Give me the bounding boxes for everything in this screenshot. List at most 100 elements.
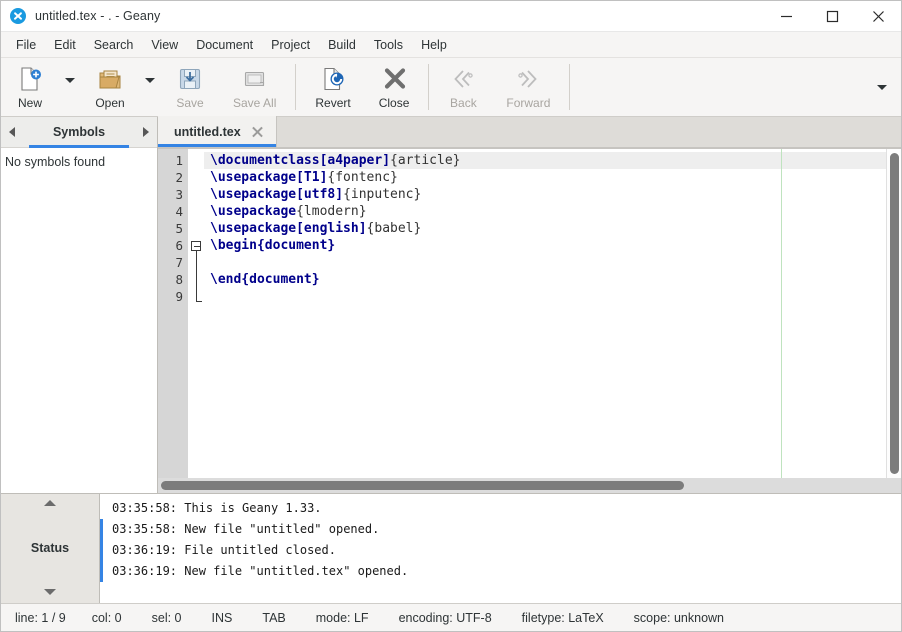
triangle-up-icon[interactable] — [44, 500, 56, 506]
toolbar-revert-label: Revert — [315, 95, 351, 110]
line-number: 6 — [175, 238, 183, 253]
status-col: col: 0 — [91, 610, 122, 625]
long-line-marker — [781, 149, 782, 478]
sidebar-tab-bar: Symbols — [1, 117, 157, 148]
sidebar-prev-tab-button[interactable] — [1, 127, 23, 137]
line-number: 1 — [175, 153, 183, 168]
editor-horizontal-scrollbar[interactable] — [158, 478, 901, 493]
menu-document[interactable]: Document — [187, 35, 262, 55]
status-message-row[interactable]: 03:35:58: This is Geany 1.33. — [100, 498, 901, 519]
menu-tools[interactable]: Tools — [365, 35, 412, 55]
line-number: 9 — [175, 289, 183, 304]
chevron-left-icon — [9, 127, 15, 137]
menu-search[interactable]: Search — [85, 35, 143, 55]
toolbar-forward-button[interactable]: Forward — [492, 58, 564, 116]
status-message-row[interactable]: 03:36:19: File untitled closed. — [100, 540, 901, 561]
menu-file[interactable]: File — [7, 35, 45, 55]
toolbar-save-button[interactable]: Save — [161, 58, 219, 116]
status-message-row[interactable]: 03:36:19: New file "untitled.tex" opened… — [100, 561, 901, 582]
toolbar-overflow-button[interactable] — [871, 58, 901, 116]
toolbar-back-label: Back — [450, 95, 477, 110]
toolbar-save-all-button[interactable]: Save All — [219, 58, 290, 116]
toolbar-save-all-label: Save All — [233, 95, 277, 110]
triangle-down-icon[interactable] — [44, 589, 56, 595]
message-tab-status[interactable]: Status — [31, 541, 69, 555]
code-token: {fontenc} — [327, 170, 398, 185]
main-content: Symbols No symbols found untitled.tex 1 — [1, 116, 901, 493]
back-arrow-icon — [454, 69, 474, 88]
toolbar-back-button[interactable]: Back — [434, 58, 492, 116]
status-message-list[interactable]: 03:35:58: This is Geany 1.33. 03:35:58: … — [100, 494, 901, 603]
menu-project[interactable]: Project — [262, 35, 319, 55]
geany-logo-icon — [10, 8, 26, 24]
minimize-button[interactable] — [763, 1, 809, 32]
toolbar-new-label: New — [17, 95, 42, 110]
status-message-row[interactable]: 03:35:58: New file "untitled" opened. — [100, 519, 901, 540]
code-line[interactable]: \end{document} — [204, 271, 886, 288]
menu-view[interactable]: View — [142, 35, 187, 55]
close-x-icon — [384, 67, 406, 89]
code-line[interactable]: \usepackage{lmodern} — [204, 203, 886, 220]
close-icon[interactable] — [251, 125, 264, 138]
chevron-right-icon — [143, 127, 149, 137]
menu-help[interactable]: Help — [412, 35, 456, 55]
toolbar-open-button[interactable]: Open — [81, 58, 139, 116]
code-token: {babel} — [366, 221, 422, 236]
chevron-down-icon — [145, 77, 155, 83]
code-line[interactable] — [204, 254, 886, 271]
toolbar-close-button[interactable]: Close — [365, 58, 424, 116]
code-line[interactable]: \usepackage[utf8]{inputenc} — [204, 186, 886, 203]
code-line[interactable]: \documentclass[a4paper]{article} — [204, 152, 886, 169]
toolbar-open-label: Open — [95, 95, 125, 110]
code-token: \begin{document} — [210, 238, 336, 253]
toolbar-close-label: Close — [378, 95, 410, 110]
status-indent-mode[interactable]: TAB — [262, 611, 285, 625]
symbols-panel[interactable]: No symbols found — [1, 148, 157, 493]
symbols-empty-message: No symbols found — [5, 155, 106, 169]
toolbar-forward-label: Forward — [506, 95, 551, 110]
code-line[interactable]: \begin{document} — [204, 237, 886, 254]
maximize-button[interactable] — [809, 1, 855, 32]
line-number: 2 — [175, 170, 183, 185]
code-token: \usepackage — [210, 170, 297, 185]
fold-toggle-icon[interactable] — [191, 241, 201, 251]
code-line[interactable] — [204, 288, 886, 305]
close-button[interactable] — [855, 1, 901, 32]
toolbar-new-button[interactable]: New — [1, 58, 59, 116]
menu-bar: File Edit Search View Document Project B… — [1, 32, 901, 58]
code-token: {article} — [390, 153, 461, 168]
forward-arrow-icon — [518, 69, 538, 88]
line-number: 5 — [175, 221, 183, 236]
new-file-icon — [21, 66, 41, 91]
status-insert-mode[interactable]: INS — [212, 611, 233, 625]
sidebar-next-tab-button[interactable] — [135, 127, 157, 137]
open-folder-icon — [99, 70, 121, 88]
code-token: \end{document} — [210, 272, 320, 287]
menu-build[interactable]: Build — [319, 35, 365, 55]
geany-window: untitled.tex - . - Geany File Edit Searc… — [0, 0, 902, 632]
editor-area: 1 2 3 4 5 6 7 8 9 \documentclass[a4paper… — [158, 148, 901, 478]
toolbar-revert-button[interactable]: Revert — [301, 58, 364, 116]
code-editor[interactable]: \documentclass[a4paper]{article} \usepac… — [204, 149, 886, 478]
code-token: [T1] — [296, 170, 328, 185]
scrollbar-thumb[interactable] — [161, 481, 685, 490]
menu-edit[interactable]: Edit — [45, 35, 85, 55]
status-filetype[interactable]: filetype: LaTeX — [522, 611, 604, 625]
toolbar-new-menu-button[interactable] — [59, 58, 81, 116]
document-tab-label: untitled.tex — [174, 124, 241, 139]
code-token: \usepackage — [210, 221, 297, 236]
sidebar-tab-symbols[interactable]: Symbols — [23, 117, 135, 148]
status-eol-mode[interactable]: mode: LF — [316, 611, 369, 625]
scrollbar-thumb[interactable] — [890, 153, 899, 474]
code-line[interactable]: \usepackage[T1]{fontenc} — [204, 169, 886, 186]
editor-vertical-scrollbar[interactable] — [886, 149, 901, 478]
save-all-icon — [244, 71, 264, 86]
status-bar: line: 1 / 9 col: 0 sel: 0 INS TAB mode: … — [1, 603, 901, 631]
document-tab-untitled-tex[interactable]: untitled.tex — [158, 116, 277, 147]
code-line[interactable]: \usepackage[english]{babel} — [204, 220, 886, 237]
toolbar-open-menu-button[interactable] — [139, 58, 161, 116]
status-encoding[interactable]: encoding: UTF-8 — [399, 611, 492, 625]
toolbar-separator — [569, 64, 571, 110]
fold-margin[interactable] — [188, 149, 204, 478]
